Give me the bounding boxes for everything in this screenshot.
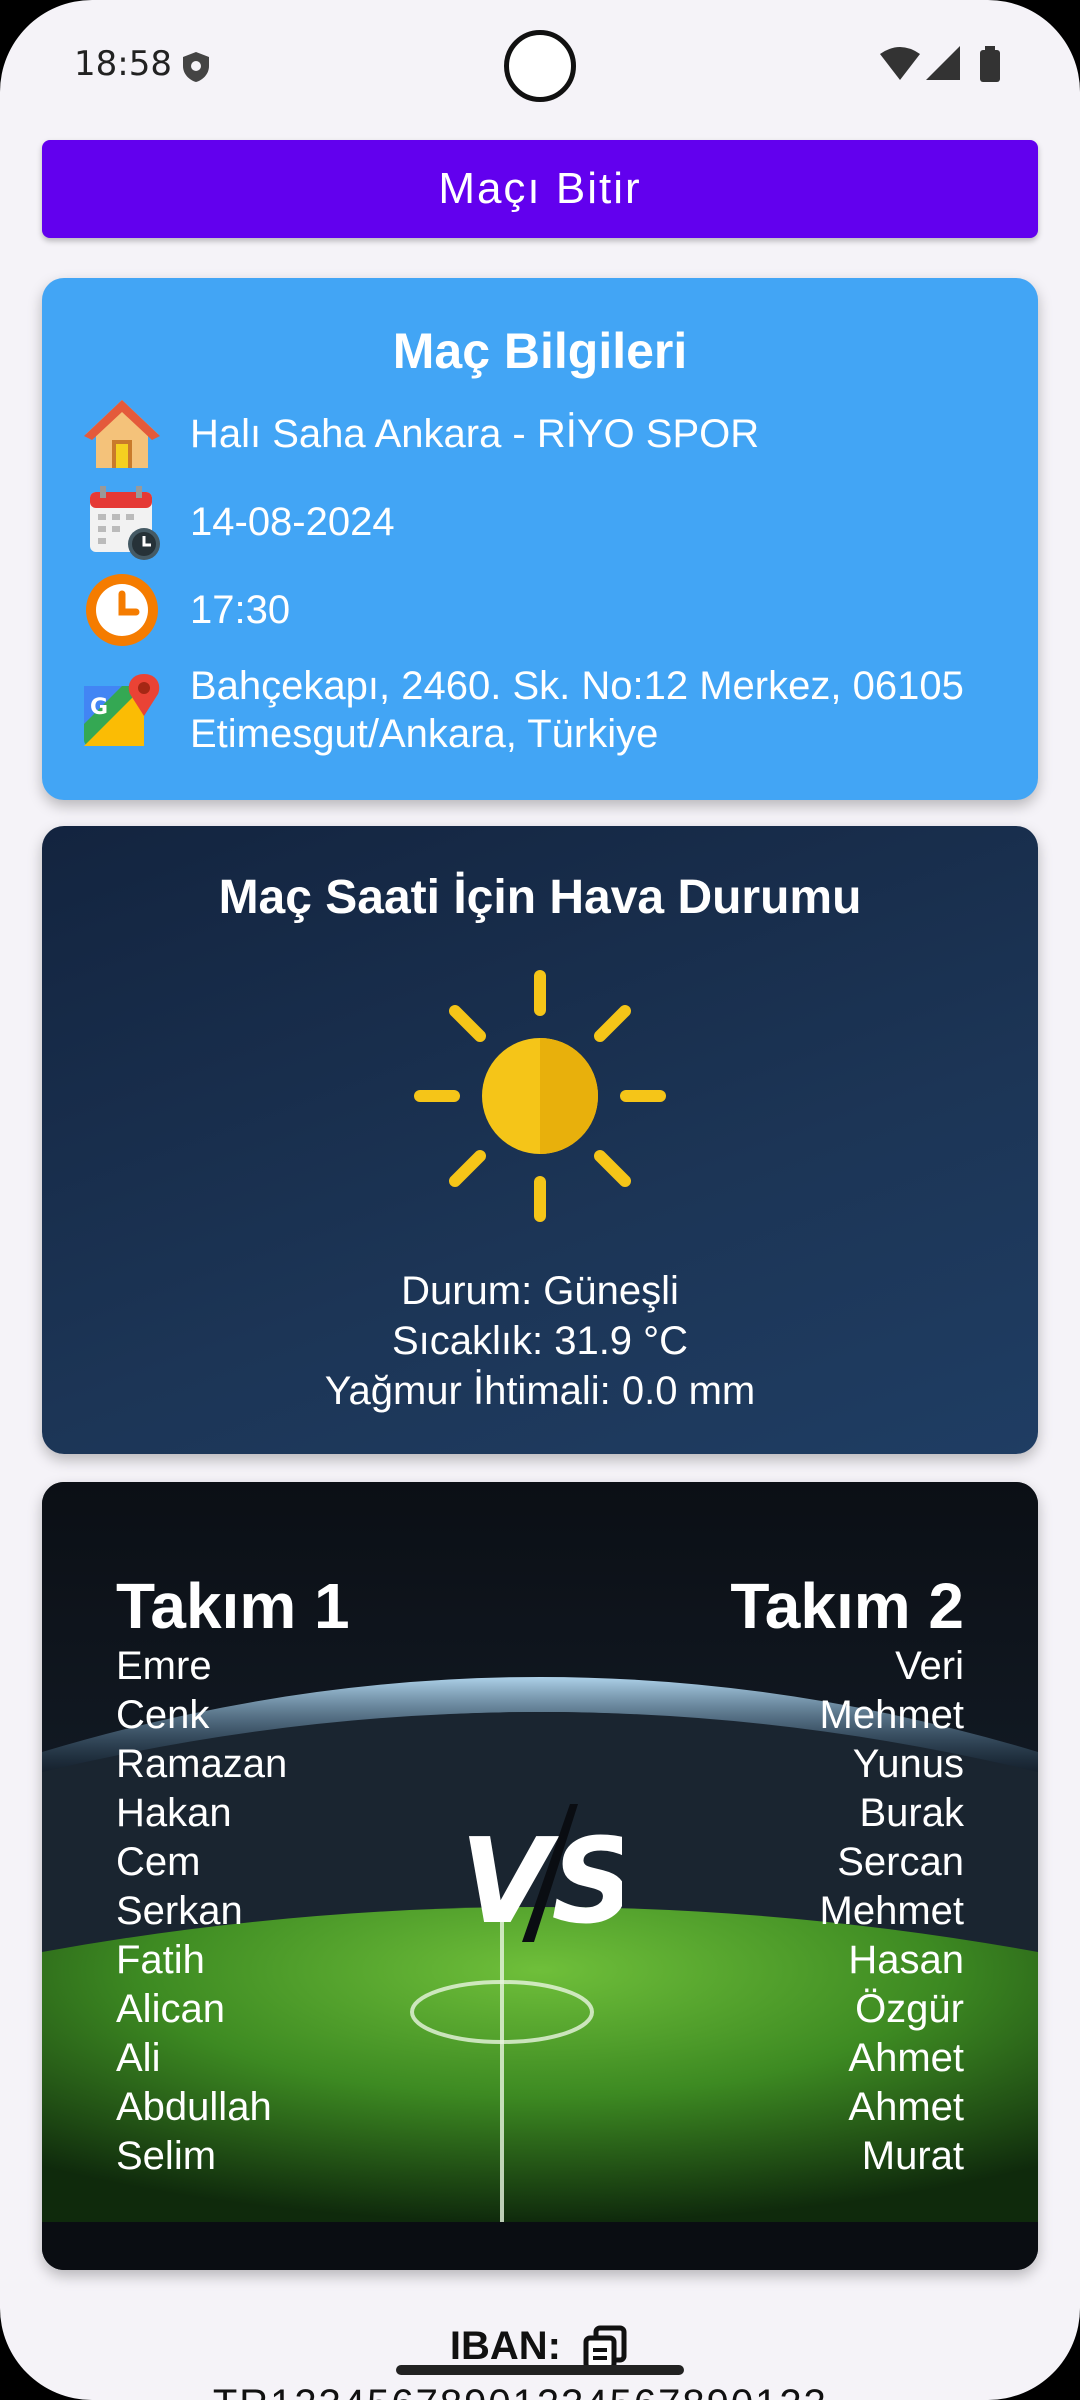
team-2-player: Sercan [837,1840,964,1884]
gesture-nav-bar[interactable] [396,2365,684,2375]
team-1-player: Ali [116,2036,161,2080]
team-2-player: Ahmet [848,2085,964,2129]
match-info-title: Maç Bilgileri [392,323,688,379]
match-info-card: Maç Bilgileri Halı Saha Ankara - RİYO SP… [42,278,1038,800]
team-1-column: Takım 1 Emre Cenk Ramazan Hakan Cem Serk… [116,1570,350,2181]
clock-icon [86,574,158,646]
date-text: 14-08-2024 [190,500,395,544]
date-row: 14-08-2024 [82,484,395,560]
weather-condition: Durum: Güneşli [401,1269,679,1313]
team-2-title: Takım 2 [730,1570,964,1642]
weather-rain: Yağmur İhtimali: 0.0 mm [324,1369,756,1413]
wifi-icon [880,47,920,80]
camera-cutout [504,30,576,102]
time-row: 17:30 [82,572,290,648]
home-icon [84,400,160,468]
team-2-player: Burak [859,1791,965,1835]
team-1-player: Alican [116,1987,225,2031]
team-1-title: Takım 1 [116,1570,350,1642]
team-2-player: Mehmet [819,1693,965,1737]
venue-row: Halı Saha Ankara - RİYO SPOR [82,396,759,472]
signal-icon [926,46,960,80]
vs-label: VS [460,1812,622,1950]
svg-text:G: G [90,695,108,720]
status-bar: 18:58 [0,0,1080,130]
team-2-column: Takım 2 Veri Mehmet Yunus Burak Sercan M… [730,1570,964,2181]
shield-icon [183,52,209,82]
team-2-player: Murat [861,2134,964,2178]
weather-temperature: Sıcaklık: 31.9 °C [391,1319,689,1363]
iban-label: IBAN: [449,2324,561,2368]
weather-card: Maç Saati İçin Hava Durumu Durum: Güneşl… [42,826,1038,1454]
weather-details: Durum: Güneşli Sıcaklık: 31.9 °C Yağmur … [42,1266,1038,1416]
team-1-player: Serkan [116,1889,243,1933]
battery-icon [980,50,1000,82]
sun-icon [414,970,666,1222]
finish-match-button[interactable]: Maçı Bitir [42,140,1038,238]
map-icon: G [84,674,160,746]
team-1-player: Abdullah [116,2085,272,2129]
address-row: G Bahçekapı, 2460. Sk. No:12 Merkez, 061… [82,662,964,758]
calendar-icon [90,486,160,560]
team-1-player: Fatih [116,1938,205,1982]
team-2-player: Yunus [852,1742,964,1786]
weather-title: Maç Saati İçin Hava Durumu [218,871,862,924]
vs-logo: VS [460,1804,622,1950]
address-text: Bahçekapı, 2460. Sk. No:12 Merkez, 06105… [190,662,964,758]
teams-card: Takım 1 Emre Cenk Ramazan Hakan Cem Serk… [42,1482,1038,2270]
venue-text: Halı Saha Ankara - RİYO SPOR [190,412,760,456]
time-text: 17:30 [190,588,291,632]
address-line-2: Etimesgut/Ankara, Türkiye [190,712,659,756]
team-1-player: Hakan [116,1791,232,1835]
phone-screen: 18:58 Maçı Bitir Maç Bilgileri Halı Saha… [0,0,1080,2400]
team-2-player: Mehmet [819,1889,965,1933]
team-1-player: Cem [116,1840,201,1884]
team-2-player: Hasan [848,1938,964,1982]
team-1-player: Ramazan [116,1742,288,1786]
system-status-icons [880,46,1000,82]
team-1-player: Cenk [116,1693,210,1737]
team-1-player: Selim [116,2134,217,2178]
team-2-player: Özgür [855,1987,964,2031]
team-1-player: Emre [116,1644,212,1688]
iban-number: TR12345678901234567890123... [0,2382,1080,2400]
team-2-player: Veri [895,1644,964,1688]
status-time: 18:58 [74,44,172,84]
team-2-player: Ahmet [848,2036,964,2080]
address-line-1: Bahçekapı, 2460. Sk. No:12 Merkez, 06105 [190,664,964,708]
